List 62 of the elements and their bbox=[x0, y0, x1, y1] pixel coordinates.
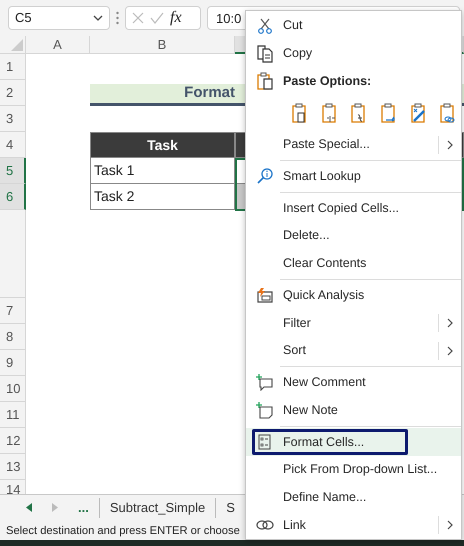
name-box[interactable]: C5 bbox=[8, 6, 110, 30]
column-header[interactable]: A bbox=[26, 36, 90, 54]
menu-item[interactable]: Format Cells... bbox=[246, 428, 461, 456]
comment-plus-icon bbox=[256, 374, 273, 391]
quick-analysis-icon bbox=[256, 288, 272, 303]
table-header: Task bbox=[90, 132, 235, 158]
menu-item[interactable]: Smart Lookup bbox=[246, 162, 461, 190]
menu-item[interactable]: Paste Special... bbox=[246, 130, 461, 159]
menu-item[interactable]: Cut bbox=[246, 12, 461, 40]
scroll-left-icon[interactable] bbox=[26, 503, 32, 512]
row-header[interactable]: 4 bbox=[0, 132, 26, 158]
note-plus-icon bbox=[256, 402, 273, 419]
format-cells-icon bbox=[258, 434, 271, 450]
menu-item[interactable]: Pick From Drop-down List... bbox=[246, 456, 461, 484]
search-info-icon bbox=[256, 168, 272, 184]
corner-triangle-icon bbox=[11, 39, 23, 51]
row-header[interactable]: 12 bbox=[0, 428, 26, 454]
row-header[interactable]: 13 bbox=[0, 454, 26, 480]
menu-item[interactable]: Quick Analysis bbox=[246, 281, 461, 310]
menu-item[interactable]: Delete... bbox=[246, 222, 461, 250]
row-header[interactable]: 8 bbox=[0, 324, 26, 350]
checkmark-icon[interactable] bbox=[150, 12, 164, 24]
row-header[interactable]: 14 bbox=[0, 480, 26, 494]
table-cell: Task 1 bbox=[90, 158, 235, 184]
clipboard-icon bbox=[351, 103, 368, 124]
menu-heading: Paste Options: bbox=[283, 72, 372, 90]
menu-item[interactable]: Filter bbox=[246, 309, 461, 337]
menu-item[interactable]: Clear Contents bbox=[246, 250, 461, 278]
row-header[interactable]: 11 bbox=[0, 402, 26, 428]
row-header[interactable]: 10 bbox=[0, 376, 26, 402]
cell-reference: C5 bbox=[15, 9, 32, 28]
insert-function-button[interactable]: fx bbox=[170, 6, 182, 30]
sheet-tab[interactable]: S bbox=[216, 498, 245, 518]
grip-icon bbox=[116, 11, 119, 25]
clipboard-icon bbox=[322, 103, 338, 124]
clipboard-icon bbox=[292, 103, 308, 124]
table-cell: Task 2 bbox=[90, 184, 235, 210]
sheet-tab[interactable]: Subtract_Simple bbox=[100, 498, 216, 518]
row-header[interactable]: 2 bbox=[0, 80, 26, 106]
menu-item[interactable]: Insert Copied Cells... bbox=[246, 194, 461, 222]
scissors-icon bbox=[258, 18, 272, 34]
row-header[interactable]: 6 bbox=[0, 184, 26, 210]
clipboard-icon bbox=[440, 103, 456, 124]
menu-item[interactable]: New Comment bbox=[246, 368, 461, 396]
chevron-down-icon[interactable] bbox=[93, 15, 103, 21]
row-header[interactable]: 7 bbox=[0, 298, 26, 324]
menu-item[interactable]: Sort bbox=[246, 336, 461, 365]
menu-item[interactable]: New Note bbox=[246, 396, 461, 424]
column-header[interactable]: B bbox=[90, 36, 235, 54]
clipboard-icon bbox=[380, 103, 397, 124]
menu-item[interactable]: Copy bbox=[246, 40, 461, 68]
row-header[interactable]: 3 bbox=[0, 106, 26, 132]
link-icon bbox=[256, 519, 274, 532]
row-header[interactable]: 9 bbox=[0, 350, 26, 376]
row-header[interactable]: 5 bbox=[0, 158, 26, 184]
clipboard-icon bbox=[410, 103, 427, 124]
menu-item[interactable]: Define Name... bbox=[246, 484, 461, 512]
clipboard-icon bbox=[256, 72, 272, 90]
sheet-title: Format bbox=[90, 84, 235, 106]
more-sheets-button[interactable]: ... bbox=[78, 498, 89, 518]
copy-icon bbox=[256, 44, 272, 63]
row-header[interactable]: 1 bbox=[0, 54, 26, 80]
